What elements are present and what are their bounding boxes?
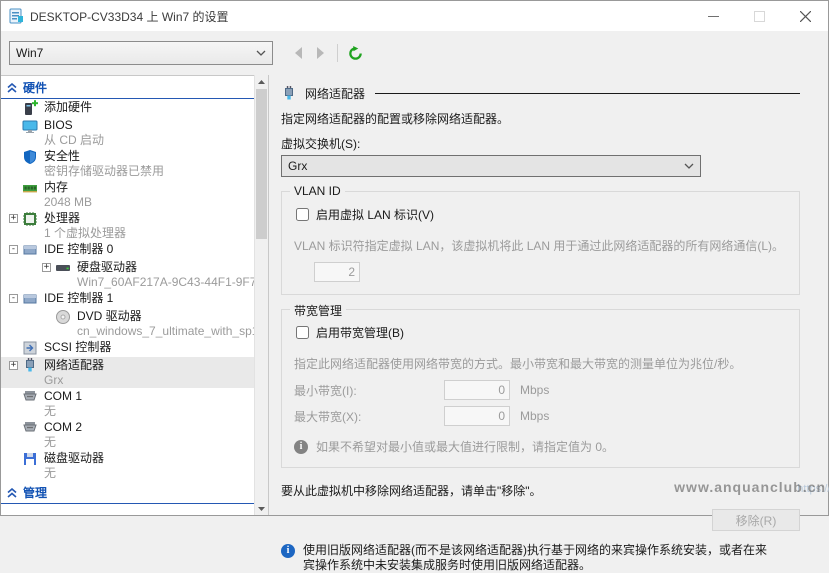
arrow-left-icon xyxy=(294,47,303,59)
enable-vlan-label: 启用虚拟 LAN 标识(V) xyxy=(316,206,434,223)
min-bandwidth-label: 最小带宽(I): xyxy=(294,382,444,399)
sidebar-item-processor[interactable]: + 处理器 1 个虚拟处理器 xyxy=(1,210,255,241)
enable-bandwidth-checkbox[interactable] xyxy=(296,326,309,339)
bios-icon xyxy=(22,118,38,134)
vm-selector-dropdown[interactable]: Win7 xyxy=(9,41,273,65)
remove-instruction-text: 要从此虚拟机中移除网络适配器，请单击"移除"。 xyxy=(281,482,800,499)
sidebar-item-dvd-drive[interactable]: DVD 驱动器 cn_windows_7_ultimate_with_sp1_.… xyxy=(1,308,255,339)
sidebar-item-com2[interactable]: COM 2 无 xyxy=(1,419,255,450)
network-adapter-icon xyxy=(22,358,38,374)
max-bandwidth-unit: Mbps xyxy=(520,409,549,423)
expand-toggle[interactable]: + xyxy=(9,214,18,223)
com-port-icon xyxy=(22,389,38,405)
min-bandwidth-unit: Mbps xyxy=(520,383,549,397)
sidebar-item-bios[interactable]: BIOS 从 CD 启动 xyxy=(1,117,255,148)
virtual-switch-label: 虚拟交换机(S): xyxy=(281,135,800,152)
max-bandwidth-input[interactable] xyxy=(444,406,510,426)
panel-intro-text: 指定网络适配器的配置或移除网络适配器。 xyxy=(281,110,800,127)
vlan-group-label: VLAN ID xyxy=(290,184,345,198)
scsi-controller-icon xyxy=(22,340,38,356)
hyperv-settings-window: DESKTOP-CV33D34 上 Win7 的设置 Win7 xyxy=(0,0,829,516)
title-bar: DESKTOP-CV33D34 上 Win7 的设置 xyxy=(1,1,828,31)
expand-toggle[interactable]: + xyxy=(42,263,51,272)
sidebar-section-hardware[interactable]: 硬件 xyxy=(1,76,255,99)
sidebar-item-security[interactable]: 安全性 密钥存储驱动器已禁用 xyxy=(1,148,255,179)
info-icon: i xyxy=(294,440,308,454)
collapse-toggle[interactable]: - xyxy=(9,245,18,254)
vlan-id-input[interactable] xyxy=(314,262,360,282)
memory-icon xyxy=(22,180,38,196)
scroll-up-icon[interactable] xyxy=(255,75,268,88)
vlan-description: VLAN 标识符指定虚拟 LAN，该虚拟机将此 LAN 用于通过此网络适配器的所… xyxy=(294,237,787,254)
header-rule xyxy=(375,93,800,94)
network-adapter-settings-panel: 网络适配器 指定网络适配器的配置或移除网络适配器。 虚拟交换机(S): Grx … xyxy=(269,75,828,515)
bandwidth-description: 指定此网络适配器使用网络带宽的方式。最小带宽和最大带宽的测量单位为兆位/秒。 xyxy=(294,355,787,372)
toolbar-separator xyxy=(337,44,338,62)
bandwidth-groupbox: 带宽管理 启用带宽管理(B) 指定此网络适配器使用网络带宽的方式。最小带宽和最大… xyxy=(281,309,800,468)
virtual-switch-dropdown[interactable]: Grx xyxy=(281,155,701,177)
sidebar-section-management[interactable]: 管理 xyxy=(1,481,255,504)
floppy-drive-icon xyxy=(22,451,38,467)
ide-controller-icon xyxy=(22,242,38,258)
legacy-adapter-note: 使用旧版网络适配器(而不是该网络适配器)执行基于网络的来宾操作系统安装，或者在来… xyxy=(303,543,767,573)
window-title: DESKTOP-CV33D34 上 Win7 的设置 xyxy=(30,8,229,25)
navigate-back-button[interactable] xyxy=(287,42,309,64)
sidebar-item-ide-controller-1[interactable]: - IDE 控制器 1 xyxy=(1,290,255,308)
info-icon-blue: i xyxy=(281,544,295,558)
minimize-button[interactable] xyxy=(690,1,736,31)
bandwidth-note: 如果不希望对最小值或最大值进行限制，请指定值为 0。 xyxy=(316,438,614,455)
scrollbar-thumb[interactable] xyxy=(256,89,267,239)
vm-selector-value: Win7 xyxy=(16,46,256,60)
sidebar-item-memory[interactable]: 内存 2048 MB xyxy=(1,179,255,210)
sidebar-item-network-adapter[interactable]: + 网络适配器 Grx xyxy=(1,357,255,388)
sidebar-item-floppy-drive[interactable]: 磁盘驱动器 无 xyxy=(1,450,255,481)
max-bandwidth-label: 最大带宽(X): xyxy=(294,408,444,425)
enable-vlan-checkbox[interactable] xyxy=(296,208,309,221)
close-button[interactable] xyxy=(782,1,828,31)
bandwidth-group-label: 带宽管理 xyxy=(290,302,346,319)
maximize-button xyxy=(736,1,782,31)
chevron-down-icon xyxy=(684,163,694,169)
virtual-switch-value: Grx xyxy=(288,159,684,173)
scroll-down-icon[interactable] xyxy=(255,502,268,515)
arrow-right-icon xyxy=(316,47,325,59)
sidebar-item-add-hardware[interactable]: 添加硬件 xyxy=(1,99,255,117)
navigate-forward-button[interactable] xyxy=(309,42,331,64)
enable-bandwidth-label: 启用带宽管理(B) xyxy=(316,324,404,341)
collapse-toggle[interactable]: - xyxy=(9,294,18,303)
sidebar-item-ide-controller-0[interactable]: - IDE 控制器 0 xyxy=(1,241,255,259)
panel-title: 网络适配器 xyxy=(305,85,365,102)
toolbar: Win7 xyxy=(1,31,828,75)
expand-toggle[interactable]: + xyxy=(9,361,18,370)
refresh-button[interactable] xyxy=(344,42,366,64)
remove-button[interactable]: 移除(R) xyxy=(712,509,800,531)
section-label: 硬件 xyxy=(23,79,47,96)
cpu-icon xyxy=(22,211,38,227)
chevron-down-icon xyxy=(256,50,266,56)
network-adapter-icon xyxy=(281,86,297,102)
add-hardware-icon xyxy=(22,100,38,116)
com-port-icon xyxy=(22,420,38,436)
settings-app-icon xyxy=(8,8,24,24)
sidebar-scrollbar[interactable] xyxy=(254,75,268,515)
dvd-drive-icon xyxy=(55,309,71,325)
sidebar-item-com1[interactable]: COM 1 无 xyxy=(1,388,255,419)
ide-controller-icon xyxy=(22,291,38,307)
sidebar-item-hard-drive[interactable]: + 硬盘驱动器 Win7_60AF217A-9C43-44F1-9F74-... xyxy=(1,259,255,290)
min-bandwidth-input[interactable] xyxy=(444,380,510,400)
sidebar-item-scsi-controller[interactable]: SCSI 控制器 xyxy=(1,339,255,357)
hard-drive-icon xyxy=(55,260,71,276)
collapse-chevrons-icon xyxy=(7,488,17,498)
refresh-icon xyxy=(348,46,363,61)
hardware-tree-sidebar: 硬件 添加硬件 xyxy=(1,75,269,515)
vlan-groupbox: VLAN ID 启用虚拟 LAN 标识(V) VLAN 标识符指定虚拟 LAN，… xyxy=(281,191,800,295)
section-label: 管理 xyxy=(23,484,47,501)
security-shield-icon xyxy=(22,149,38,165)
collapse-chevrons-icon xyxy=(7,83,17,93)
